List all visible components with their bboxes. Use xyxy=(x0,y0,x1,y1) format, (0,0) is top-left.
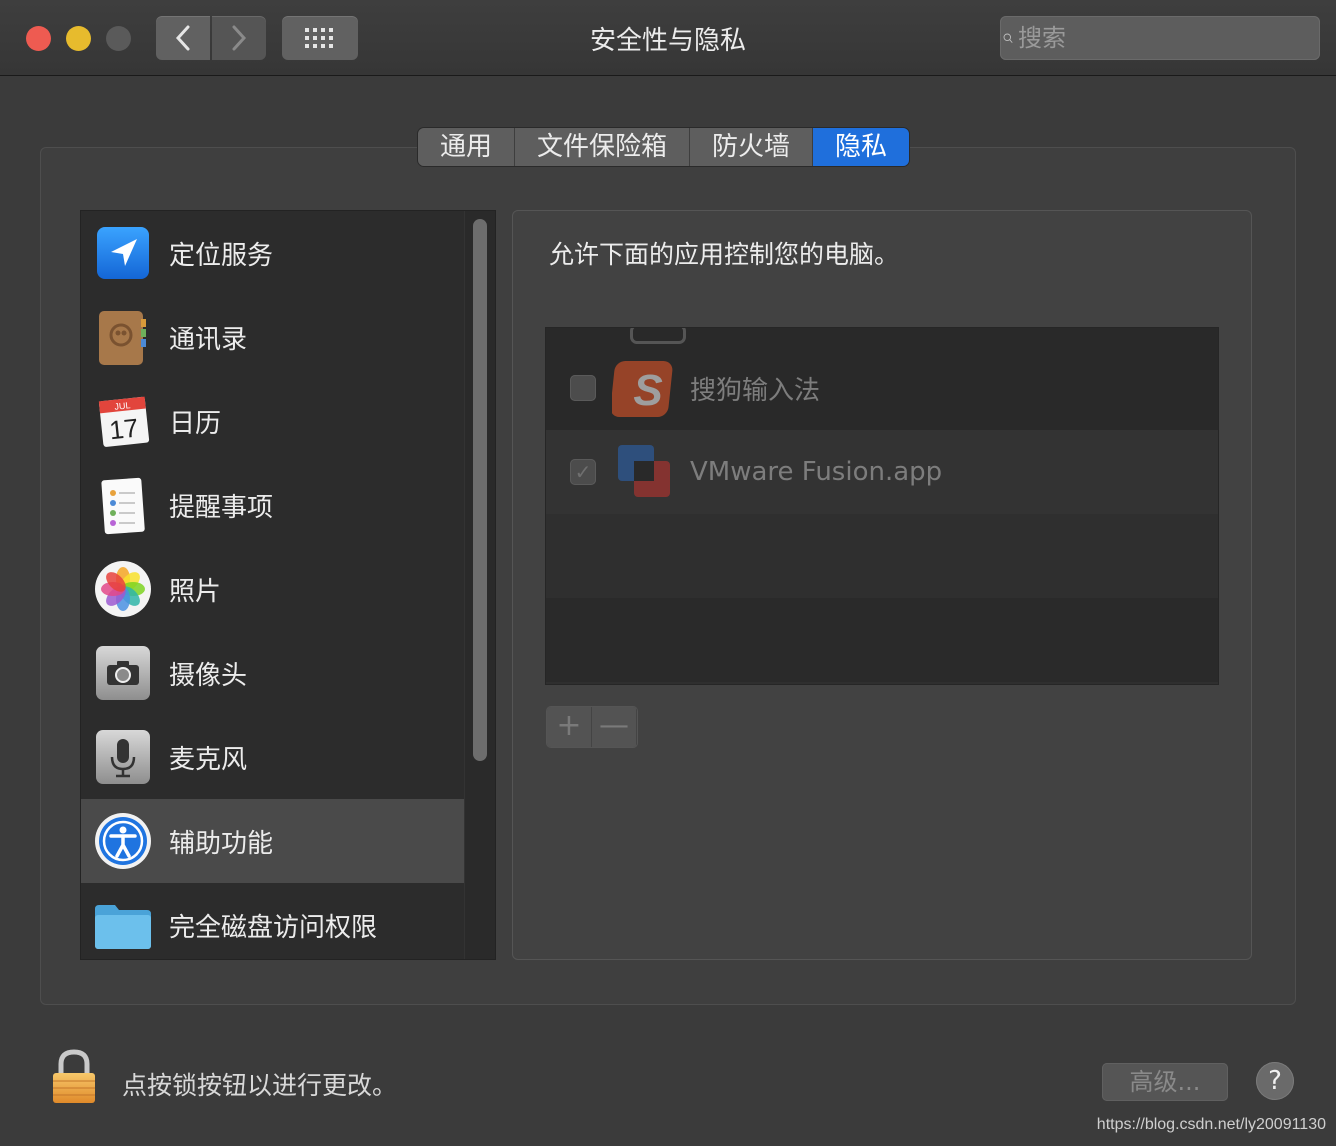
calendar-month: JUL xyxy=(114,400,131,412)
sidebar-item-label: 提醒事项 xyxy=(169,492,274,523)
folder-icon xyxy=(93,895,153,955)
lock-icon xyxy=(53,1049,95,1103)
advanced-button[interactable]: 高级... xyxy=(1102,1063,1228,1101)
sidebar-item-location[interactable]: 定位服务 xyxy=(81,211,465,295)
sidebar-item-label: 定位服务 xyxy=(169,240,274,271)
grid-icon xyxy=(305,28,333,48)
pane-description: 允许下面的应用控制您的电脑。 xyxy=(549,240,900,269)
tab-filevault[interactable]: 文件保险箱 xyxy=(515,128,691,166)
photos-icon xyxy=(93,559,153,619)
vmware-checkbox[interactable]: ✓ xyxy=(570,459,596,485)
forward-button[interactable] xyxy=(212,16,266,60)
chevron-left-icon xyxy=(175,25,190,51)
sogou-checkbox[interactable] xyxy=(570,375,596,401)
camera-icon xyxy=(93,643,153,703)
calendar-icon: JUL 17 xyxy=(93,391,153,451)
reminders-icon xyxy=(93,475,153,535)
accessibility-icon xyxy=(93,811,153,871)
sidebar-item-label: 照片 xyxy=(169,576,222,607)
sidebar-item-label: 麦克风 xyxy=(169,744,248,775)
location-arrow-icon xyxy=(93,223,153,283)
title-bar: 安全性与隐私 xyxy=(0,0,1336,76)
list-item-partial xyxy=(546,328,1218,346)
accessibility-pane: 允许下面的应用控制您的电脑。 S 搜狗输入法 ✓ VMware Fusion.a… xyxy=(512,210,1252,960)
sidebar-item-calendar[interactable]: JUL 17 日历 xyxy=(81,379,465,463)
search-icon xyxy=(1003,33,1013,43)
lock-hint-text: 点按锁按钮以进行更改。 xyxy=(122,1071,398,1100)
microphone-icon xyxy=(93,727,153,787)
close-button[interactable] xyxy=(26,26,51,51)
chevron-right-icon xyxy=(232,25,247,51)
sidebar-item-label: 通讯录 xyxy=(169,324,248,355)
sidebar-item-camera[interactable]: 摄像头 xyxy=(81,631,465,715)
zoom-button[interactable] xyxy=(106,26,131,51)
app-list[interactable]: S 搜狗输入法 ✓ VMware Fusion.app xyxy=(545,327,1219,685)
sidebar-item-contacts[interactable]: 通讯录 xyxy=(81,295,465,379)
sidebar-item-label: 完全磁盘访问权限 xyxy=(169,912,378,943)
svg-text:S: S xyxy=(633,366,662,415)
scrollbar-thumb[interactable] xyxy=(473,219,487,761)
sidebar-item-reminders[interactable]: 提醒事项 xyxy=(81,463,465,547)
search-field[interactable] xyxy=(1000,16,1320,60)
partial-app-icon xyxy=(630,328,686,344)
remove-button[interactable]: — xyxy=(592,707,637,747)
watermark: https://blog.csdn.net/ly20091130 xyxy=(1096,1116,1326,1133)
search-input[interactable] xyxy=(1016,23,1320,53)
sidebar-item-photos[interactable]: 照片 xyxy=(81,547,465,631)
sidebar-item-full-disk-access[interactable]: 完全磁盘访问权限 xyxy=(81,883,465,959)
tab-privacy[interactable]: 隐私 xyxy=(813,128,910,166)
show-all-button[interactable] xyxy=(282,16,358,60)
privacy-category-list[interactable]: 定位服务 通讯录 JUL 17 日历 提醒事项 照片 摄像头 麦克风 辅助功能 … xyxy=(80,210,496,960)
add-remove-buttons: + — xyxy=(547,707,637,747)
minimize-button[interactable] xyxy=(66,26,91,51)
list-item-empty xyxy=(546,598,1218,682)
sidebar-scrollbar[interactable] xyxy=(464,211,495,959)
list-item-empty xyxy=(546,514,1218,598)
app-name: 搜狗输入法 xyxy=(690,375,821,406)
back-button[interactable] xyxy=(156,16,210,60)
sidebar-item-label: 摄像头 xyxy=(169,660,248,691)
list-item[interactable]: ✓ VMware Fusion.app xyxy=(546,430,1218,514)
app-name: VMware Fusion.app xyxy=(690,457,943,487)
tab-general[interactable]: 通用 xyxy=(418,128,516,166)
add-button[interactable]: + xyxy=(547,707,592,747)
sidebar-item-label: 辅助功能 xyxy=(169,828,274,859)
list-item[interactable]: S 搜狗输入法 xyxy=(546,346,1218,430)
help-button[interactable]: ? xyxy=(1256,1062,1294,1100)
sogou-icon: S xyxy=(610,355,678,421)
calendar-day: 17 xyxy=(108,413,140,446)
tab-bar: 通用 文件保险箱 防火墙 隐私 xyxy=(418,128,910,166)
vmware-icon xyxy=(612,439,678,505)
contacts-icon xyxy=(93,307,153,367)
checkmark-icon: ✓ xyxy=(574,460,592,484)
sidebar-item-accessibility[interactable]: 辅助功能 xyxy=(81,799,465,883)
lock-button[interactable] xyxy=(50,1048,98,1106)
sidebar-item-microphone[interactable]: 麦克风 xyxy=(81,715,465,799)
tab-firewall[interactable]: 防火墙 xyxy=(690,128,814,166)
sidebar-item-label: 日历 xyxy=(169,408,222,439)
